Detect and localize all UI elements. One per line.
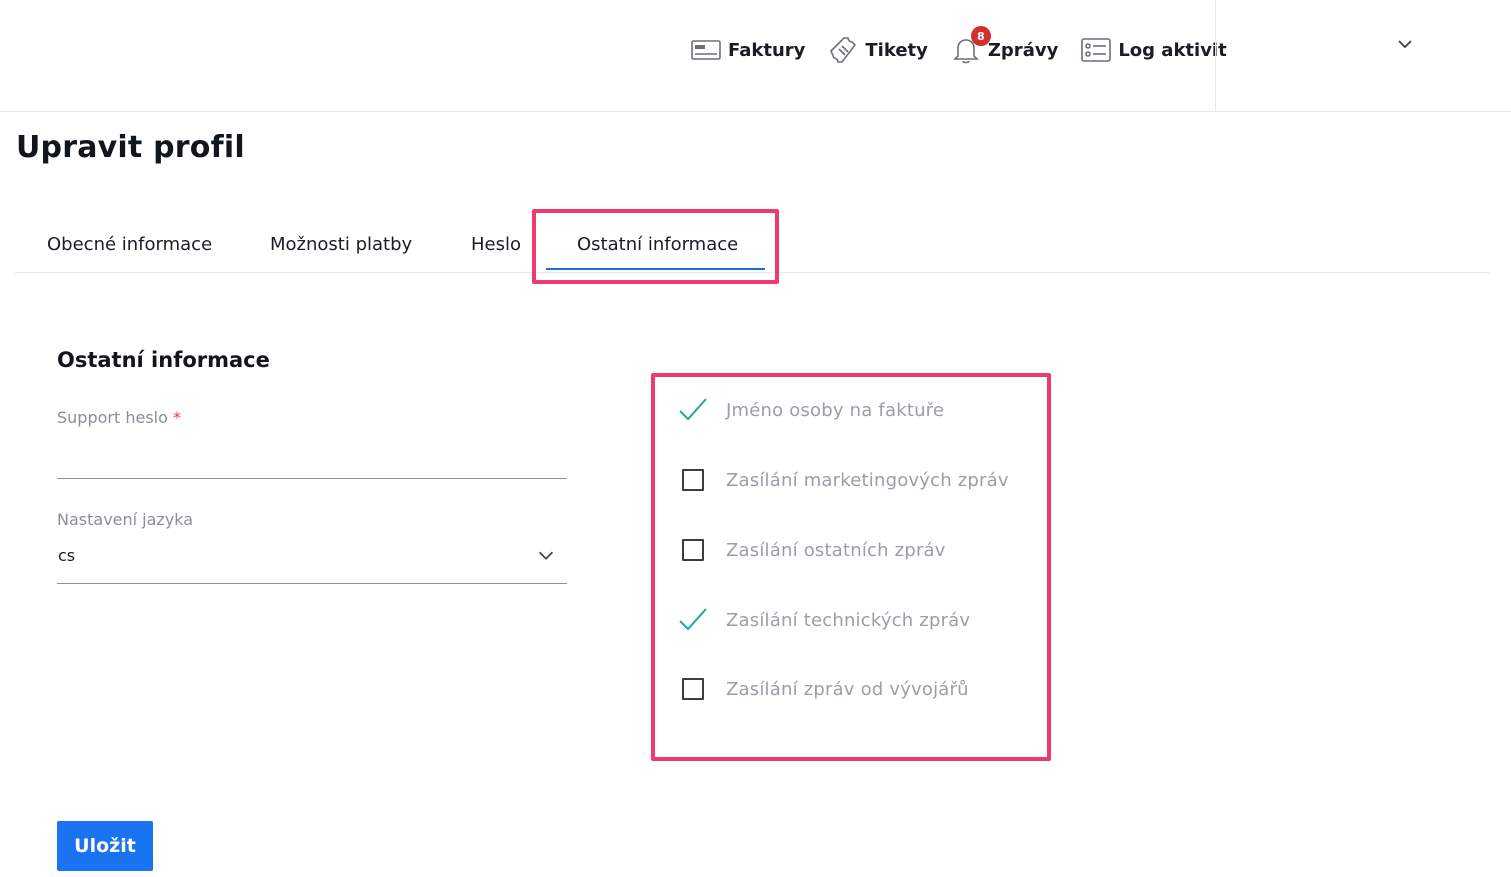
notification-badge: 8 xyxy=(970,26,991,46)
nav-invoices[interactable]: Faktury xyxy=(690,34,805,66)
save-button[interactable]: Uložit xyxy=(57,821,153,871)
language-select-underline xyxy=(57,583,567,584)
checkbox-other-messages[interactable]: Zasílání ostatních zpráv xyxy=(678,535,946,565)
active-tab-indicator xyxy=(546,268,765,270)
nav-activity-log[interactable]: Log aktivit xyxy=(1080,34,1227,66)
support-password-underline xyxy=(57,478,567,479)
top-nav: Faktury Tikety 8 Zprávy Log aktivit xyxy=(690,26,1249,70)
support-password-label: Support heslo * xyxy=(57,408,181,427)
ticket-icon xyxy=(827,34,859,66)
header-divider xyxy=(1215,0,1216,112)
tab-general-info[interactable]: Obecné informace xyxy=(47,234,212,255)
checkbox-label: Zasílání marketingových zpráv xyxy=(726,469,1009,491)
support-password-label-text: Support heslo xyxy=(57,408,168,427)
checkbox-label: Zasílání zpráv od vývojářů xyxy=(726,678,969,700)
checkmark-icon xyxy=(678,395,708,425)
tab-payment-options[interactable]: Možnosti platby xyxy=(270,234,412,255)
checkbox-developer-messages[interactable]: Zasílání zpráv od vývojářů xyxy=(678,674,969,704)
checkbox-empty-icon xyxy=(678,465,708,495)
activity-log-icon xyxy=(1080,34,1112,66)
chevron-down-icon[interactable] xyxy=(1393,32,1417,56)
section-title: Ostatní informace xyxy=(57,348,270,372)
nav-messages-label: Zprávy xyxy=(987,39,1059,61)
nav-messages[interactable]: 8 Zprávy xyxy=(950,26,1059,66)
checkbox-label: Zasílání technických zpráv xyxy=(726,609,971,631)
nav-tickets[interactable]: Tikety xyxy=(827,34,928,66)
checkbox-label: Zasílání ostatních zpráv xyxy=(726,539,946,561)
language-label: Nastavení jazyka xyxy=(57,510,194,529)
page-title: Upravit profil xyxy=(16,130,245,165)
checkbox-empty-icon xyxy=(678,535,708,565)
nav-tickets-label: Tikety xyxy=(865,39,928,61)
checkbox-technical-messages[interactable]: Zasílání technických zpráv xyxy=(678,605,970,635)
checkbox-label: Jméno osoby na faktuře xyxy=(726,399,945,421)
chevron-down-icon xyxy=(535,544,557,566)
tab-other-info[interactable]: Ostatní informace xyxy=(577,234,738,255)
checkbox-empty-icon xyxy=(678,674,708,704)
tab-password[interactable]: Heslo xyxy=(471,234,521,255)
required-mark: * xyxy=(172,408,181,427)
checkbox-invoice-person-name[interactable]: Jméno osoby na faktuře xyxy=(678,395,944,425)
invoice-icon xyxy=(690,34,722,66)
language-select[interactable] xyxy=(57,536,567,582)
checkmark-icon xyxy=(678,605,708,635)
profile-tabs: Obecné informace Možnosti platby Heslo O… xyxy=(15,222,1490,273)
nav-activity-log-label: Log aktivit xyxy=(1118,39,1227,61)
checkbox-marketing-messages[interactable]: Zasílání marketingových zpráv xyxy=(678,465,1009,495)
top-bar: Faktury Tikety 8 Zprávy Log aktivit xyxy=(0,0,1511,112)
support-password-input[interactable] xyxy=(57,440,567,476)
nav-invoices-label: Faktury xyxy=(728,39,806,61)
language-select-value: cs xyxy=(58,546,76,565)
